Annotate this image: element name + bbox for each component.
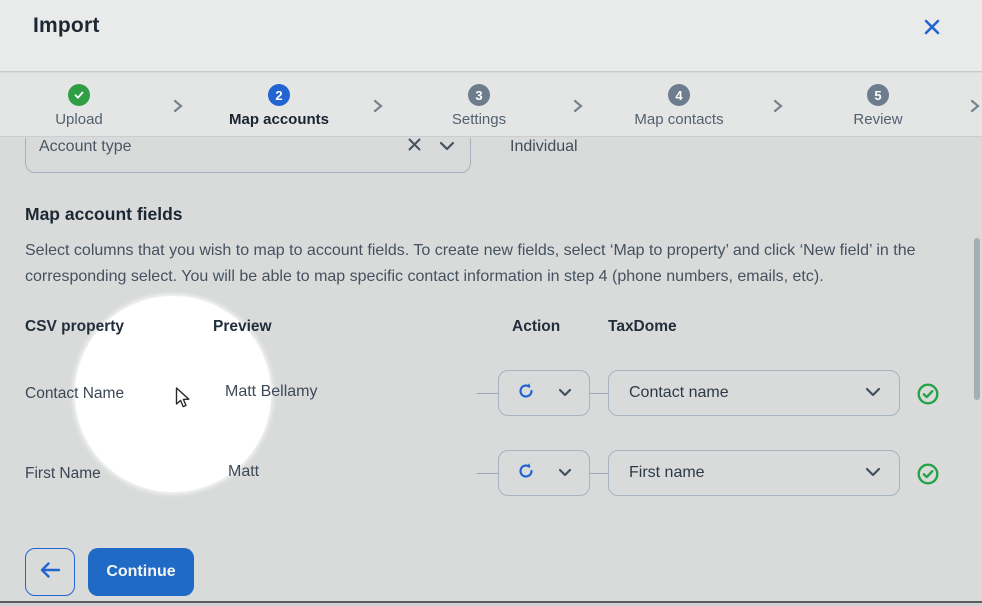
column-header-taxdome: TaxDome	[608, 318, 677, 336]
column-header-csv-property: CSV property	[25, 318, 124, 336]
step-label: Settings	[409, 111, 549, 128]
action-dropdown-button[interactable]	[498, 370, 590, 416]
refresh-icon	[516, 461, 536, 486]
chevron-down-icon[interactable]	[439, 138, 455, 156]
back-button[interactable]	[25, 548, 75, 596]
account-type-select[interactable]: Account type	[25, 138, 471, 173]
section-heading: Map account fields	[25, 204, 183, 225]
mapped-check-icon	[917, 463, 939, 485]
connector-line	[477, 393, 498, 394]
step-separator-icon	[772, 99, 784, 118]
column-header-action: Action	[512, 318, 560, 336]
step-map-accounts[interactable]: 2 Map accounts	[209, 84, 349, 128]
arrow-left-icon	[39, 561, 61, 584]
chevron-down-icon	[558, 464, 572, 482]
connector-line	[590, 473, 608, 474]
chevron-down-icon	[865, 384, 881, 402]
step-number: 4	[668, 84, 690, 106]
step-upload[interactable]: Upload	[9, 84, 149, 128]
taxdome-field-select-value: First name	[629, 464, 705, 482]
account-type-select-value: Account type	[39, 138, 132, 156]
step-separator-icon	[372, 99, 384, 118]
step-label: Map contacts	[609, 111, 749, 128]
preview-value: Matt	[228, 463, 259, 481]
step-number: 3	[468, 84, 490, 106]
preview-value: Matt Bellamy	[225, 383, 317, 401]
chevron-down-icon	[865, 464, 881, 482]
step-label: Map accounts	[209, 111, 349, 128]
action-dropdown-button[interactable]	[498, 450, 590, 496]
dialog-header: Import	[0, 0, 982, 72]
column-header-preview: Preview	[213, 318, 272, 336]
taxdome-field-select[interactable]: First name	[608, 450, 900, 496]
connector-line	[590, 393, 608, 394]
mouse-cursor-icon	[175, 387, 193, 414]
step-map-contacts[interactable]: 4 Map contacts	[609, 84, 749, 128]
mapped-check-icon	[917, 383, 939, 405]
dialog-content: Account type Individual Map account fiel…	[0, 138, 982, 606]
refresh-icon	[516, 381, 536, 406]
clear-icon[interactable]	[407, 138, 422, 157]
step-settings[interactable]: 3 Settings	[409, 84, 549, 128]
step-separator-icon	[572, 99, 584, 118]
section-description: Select columns that you wish to map to a…	[25, 238, 920, 290]
step-number: 5	[867, 84, 889, 106]
csv-property-label: Contact Name	[25, 385, 124, 403]
step-label: Upload	[9, 111, 149, 128]
page-title: Import	[33, 14, 100, 38]
vertical-scrollbar[interactable]	[974, 238, 980, 400]
taxdome-field-select-value: Contact name	[629, 384, 729, 402]
step-separator-icon	[172, 99, 184, 118]
wizard-stepper: Upload 2 Map accounts 3 Settings 4 Map c…	[0, 73, 982, 137]
step-number: 2	[268, 84, 290, 106]
step-done-check-icon	[68, 84, 90, 106]
step-separator-icon	[969, 99, 981, 118]
continue-button[interactable]: Continue	[88, 548, 194, 596]
import-dialog: Import Upload 2 Map accounts 3 Settings	[0, 0, 982, 606]
close-icon[interactable]	[918, 13, 946, 41]
chevron-down-icon	[558, 384, 572, 402]
csv-property-label: First Name	[25, 465, 101, 483]
step-review[interactable]: 5 Review	[808, 84, 948, 128]
connector-line	[477, 473, 498, 474]
taxdome-field-select[interactable]: Contact name	[608, 370, 900, 416]
step-label: Review	[808, 111, 948, 128]
account-type-value: Individual	[510, 138, 578, 156]
